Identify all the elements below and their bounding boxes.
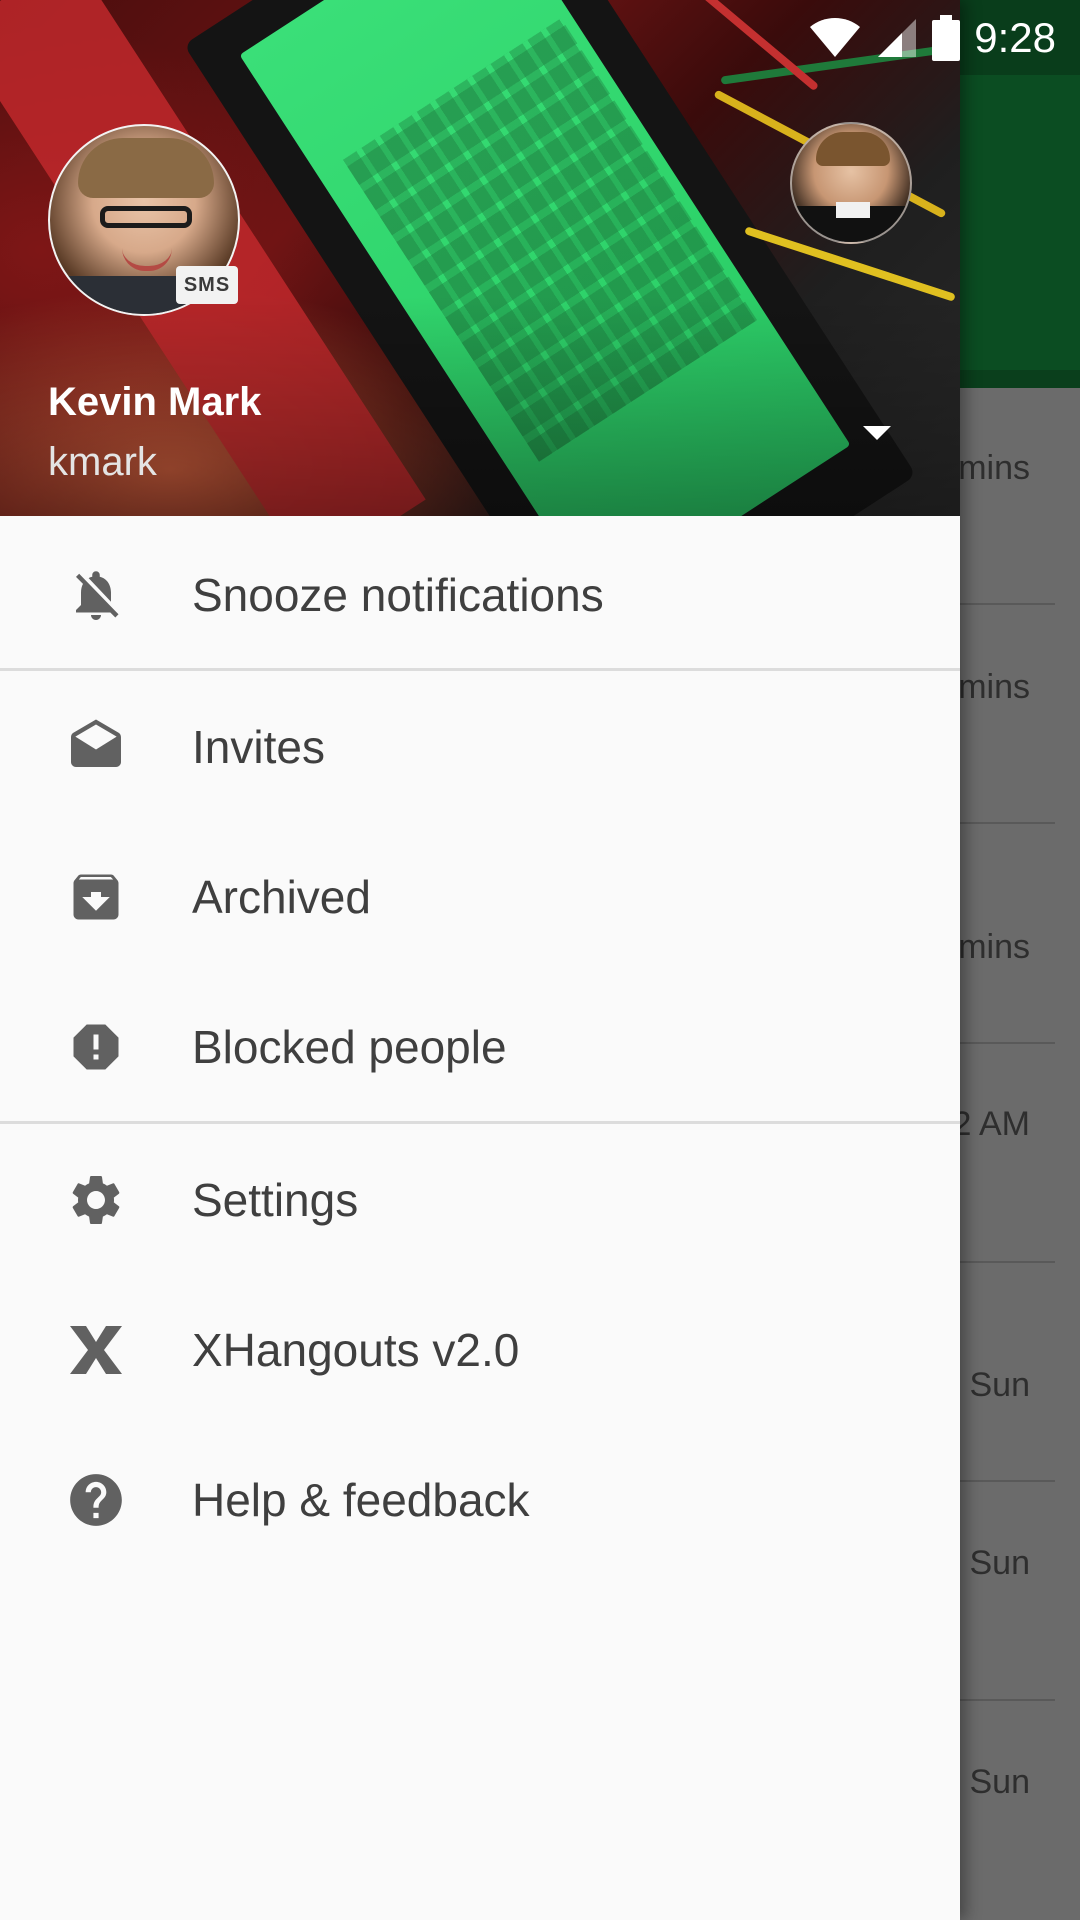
menu-item-invites[interactable]: Invites [0, 672, 960, 822]
menu-item-help-feedback[interactable]: Help & feedback [0, 1425, 960, 1575]
menu-item-label: Settings [192, 1174, 359, 1226]
menu-item-label: Blocked people [192, 1021, 507, 1073]
status-bar: 9:28 [0, 0, 1080, 75]
status-icons: 9:28 [808, 12, 1056, 64]
conversation-divider [960, 822, 1055, 824]
menu-item-xhangouts[interactable]: XHangouts v2.0 [0, 1275, 960, 1425]
avatar-smile [122, 248, 172, 271]
wifi-icon [810, 18, 861, 57]
conversation-divider [960, 1699, 1055, 1701]
archive-icon [64, 865, 128, 929]
menu-item-label: Help & feedback [192, 1474, 530, 1526]
conversation-divider [960, 603, 1055, 605]
snooze-bell-icon [64, 563, 128, 627]
signal-icon [878, 19, 917, 57]
blocked-alert-icon [64, 1015, 128, 1079]
drawer-divider [0, 1121, 960, 1124]
menu-item-settings[interactable]: Settings [0, 1125, 960, 1275]
account-handle: kmark [48, 440, 157, 484]
battery-icon [932, 15, 961, 61]
conversation-divider [960, 1480, 1055, 1482]
sms-badge: SMS [176, 266, 238, 304]
secondary-account-avatar[interactable] [790, 122, 912, 244]
envelope-open-icon [64, 715, 128, 779]
avatar-hair [78, 138, 214, 198]
conversation-divider [960, 1261, 1055, 1263]
help-icon [64, 1468, 128, 1532]
menu-item-label: Invites [192, 721, 325, 773]
menu-item-snooze-notifications[interactable]: Snooze notifications [0, 520, 960, 670]
menu-item-label: XHangouts v2.0 [192, 1324, 520, 1376]
account-switcher-dropdown-icon[interactable] [860, 420, 894, 444]
drawer-divider [0, 668, 960, 671]
gear-icon [64, 1168, 128, 1232]
menu-item-label: Archived [192, 871, 371, 923]
drawer-header: SMS Kevin Mark kmark [0, 0, 960, 516]
x-icon [64, 1318, 128, 1382]
account-name: Kevin Mark [48, 380, 262, 424]
menu-item-archived[interactable]: Archived [0, 822, 960, 972]
navigation-drawer: SMS Kevin Mark kmark Snooze notification… [0, 0, 960, 1920]
avatar-hair [816, 132, 890, 166]
conversation-divider [960, 1042, 1055, 1044]
menu-item-label: Snooze notifications [192, 569, 604, 621]
menu-item-blocked-people[interactable]: Blocked people [0, 972, 960, 1122]
avatar-glasses [100, 206, 192, 228]
status-clock: 9:28 [974, 14, 1056, 61]
avatar-collar [836, 202, 870, 218]
